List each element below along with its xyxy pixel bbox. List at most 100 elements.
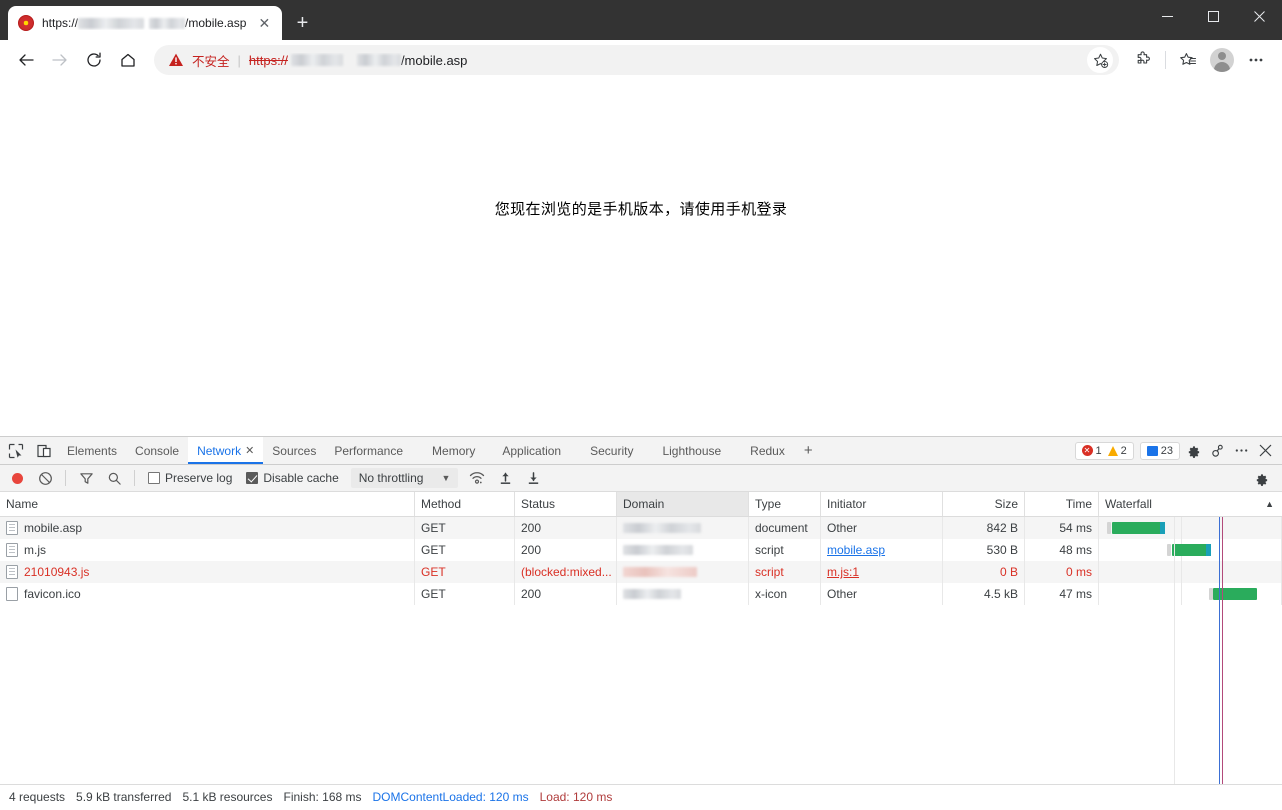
sort-arrow-icon: ▲	[1265, 499, 1274, 509]
column-header-name[interactable]: Name	[0, 492, 415, 516]
cell-name[interactable]: mobile.asp	[0, 517, 415, 539]
window-close-button[interactable]	[1236, 0, 1282, 32]
tab-network[interactable]: Network ✕	[188, 437, 264, 464]
column-header-waterfall[interactable]: Waterfall ▲	[1099, 492, 1282, 516]
more-tools-button[interactable]: +	[794, 437, 823, 464]
inspect-element-icon[interactable]	[2, 437, 30, 464]
search-button[interactable]	[101, 467, 127, 489]
tab-title-redacted-host2	[149, 17, 186, 29]
reload-button[interactable]	[78, 44, 110, 76]
column-header-method[interactable]: Method	[415, 492, 515, 516]
issue-badges[interactable]: ✕ 1 2	[1074, 441, 1134, 460]
clear-button[interactable]	[32, 467, 58, 489]
cell-size: 0 B	[943, 561, 1025, 583]
extensions-icon[interactable]	[1127, 44, 1159, 76]
column-header-time[interactable]: Time	[1025, 492, 1099, 516]
column-header-waterfall-label: Waterfall	[1105, 497, 1152, 511]
tab-redux-label: Redux	[750, 443, 785, 458]
window-controls	[1144, 0, 1282, 32]
cell-method: GET	[415, 539, 515, 561]
cell-name[interactable]: favicon.ico	[0, 583, 415, 605]
cell-time: 0 ms	[1025, 561, 1099, 583]
tab-security[interactable]: Security	[570, 437, 642, 464]
table-row[interactable]: 21010943.js GET (blocked:mixed... script…	[0, 561, 1282, 583]
back-button[interactable]	[10, 44, 42, 76]
network-settings-icon[interactable]	[1248, 467, 1274, 489]
column-header-size[interactable]: Size	[943, 492, 1025, 516]
new-tab-button[interactable]: +	[288, 9, 316, 37]
tab-network-close-icon[interactable]: ✕	[245, 444, 254, 457]
cell-size: 842 B	[943, 517, 1025, 539]
record-button[interactable]	[4, 467, 30, 489]
add-favorite-icon[interactable]	[1087, 47, 1113, 73]
document-icon	[6, 543, 18, 557]
cell-domain	[617, 517, 749, 539]
waterfall-tail	[1160, 522, 1165, 534]
tab-sources[interactable]: Sources	[263, 437, 325, 464]
cell-name[interactable]: 21010943.js	[0, 561, 415, 583]
column-header-initiator[interactable]: Initiator	[821, 492, 943, 516]
window-maximize-button[interactable]	[1190, 0, 1236, 32]
url-path: /mobile.asp	[400, 52, 468, 68]
settings-and-more-icon[interactable]	[1240, 44, 1272, 76]
table-row[interactable]: favicon.ico GET 200 x-icon Other 4.5 kB …	[0, 583, 1282, 605]
table-row[interactable]: m.js GET 200 script mobile.asp 530 B 48 …	[0, 539, 1282, 561]
preserve-log-checkbox[interactable]: Preserve log	[142, 471, 238, 485]
tab-elements[interactable]: Elements	[58, 437, 126, 464]
home-button[interactable]	[112, 44, 144, 76]
tab-application[interactable]: Application	[484, 437, 570, 464]
tab-lighthouse[interactable]: Lighthouse	[642, 437, 730, 464]
waterfall-bar	[1172, 544, 1209, 556]
warning-icon	[1107, 445, 1118, 456]
device-toolbar-icon[interactable]	[30, 437, 58, 464]
column-header-status[interactable]: Status	[515, 492, 617, 516]
redacted-domain	[623, 545, 693, 555]
error-badge[interactable]: ✕ 1	[1081, 445, 1102, 457]
tab-memory[interactable]: Memory	[412, 437, 484, 464]
forward-button[interactable]	[44, 44, 76, 76]
cell-initiator: Other	[821, 583, 943, 605]
address-bar[interactable]: 不安全 | https:// /mobile.asp	[154, 45, 1119, 75]
tab-redux[interactable]: Redux	[730, 437, 794, 464]
status-finish: Finish: 168 ms	[283, 790, 362, 804]
message-icon	[1146, 445, 1158, 456]
browser-tab[interactable]: https:// /mobile.asp ✕	[8, 6, 283, 40]
network-request-table: Name Method Status Domain Type Initiator…	[0, 492, 1282, 809]
devtools-customize-icon[interactable]	[1206, 440, 1228, 462]
column-header-domain[interactable]: Domain	[617, 492, 749, 516]
tab-performance[interactable]: Performance	[325, 437, 412, 464]
url-redacted-host	[290, 54, 343, 66]
column-header-type[interactable]: Type	[749, 492, 821, 516]
message-badge[interactable]: 23	[1139, 441, 1180, 460]
tab-console[interactable]: Console	[126, 437, 188, 464]
request-name: m.js	[24, 543, 46, 557]
window-minimize-button[interactable]	[1144, 0, 1190, 32]
disable-cache-label: Disable cache	[263, 471, 339, 485]
tab-title-suffix: /mobile.asp	[185, 16, 247, 30]
tab-sources-label: Sources	[272, 443, 317, 458]
export-har-icon[interactable]	[520, 467, 546, 489]
devtools-close-icon[interactable]	[1254, 440, 1276, 462]
favorites-icon[interactable]	[1172, 44, 1204, 76]
devtools-tabbar: Elements Console Network ✕ Sources Perfo…	[0, 437, 1282, 465]
cell-initiator[interactable]: mobile.asp	[821, 539, 943, 561]
filter-button[interactable]	[73, 467, 99, 489]
profile-avatar[interactable]	[1206, 44, 1238, 76]
disable-cache-checkbox[interactable]: Disable cache	[240, 471, 344, 485]
disable-cache-box	[246, 472, 259, 484]
devtools-settings-icon[interactable]	[1182, 440, 1204, 462]
network-conditions-icon[interactable]	[464, 467, 490, 489]
initiator-link[interactable]: m.js:1	[827, 565, 859, 579]
import-har-icon[interactable]	[492, 467, 518, 489]
initiator-link[interactable]: mobile.asp	[827, 543, 885, 557]
cell-initiator[interactable]: m.js:1	[821, 561, 943, 583]
warning-badge[interactable]: 2	[1107, 445, 1127, 457]
request-name: 21010943.js	[24, 565, 90, 579]
tab-close-icon[interactable]: ✕	[254, 13, 274, 33]
devtools-more-options-icon[interactable]	[1230, 440, 1252, 462]
throttling-dropdown[interactable]: No throttling ▼	[350, 468, 459, 488]
table-row[interactable]: mobile.asp GET 200 document Other 842 B …	[0, 517, 1282, 539]
toolbar-separator-2	[134, 470, 135, 486]
throttling-value: No throttling	[358, 471, 424, 485]
cell-name[interactable]: m.js	[0, 539, 415, 561]
